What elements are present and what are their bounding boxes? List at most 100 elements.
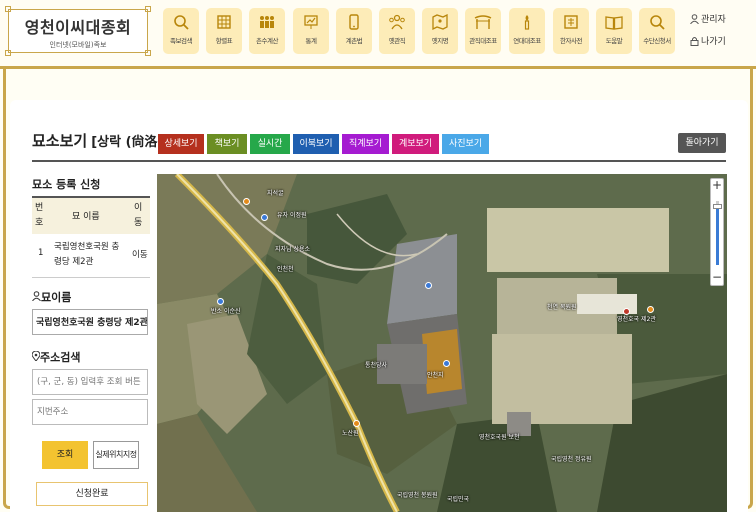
title-divider bbox=[32, 160, 726, 162]
nav-label: 도움말 bbox=[605, 37, 623, 45]
header-number: 번호 bbox=[35, 203, 44, 228]
grave-name-label: 묘이름 bbox=[41, 291, 72, 304]
map-place-label: 반소 이순신 bbox=[211, 308, 241, 315]
map-icon bbox=[432, 14, 448, 30]
logout-link-label: 나가기 bbox=[701, 37, 726, 47]
registration-heading: 묘소 등록 신청 bbox=[32, 178, 101, 191]
set-location-button[interactable]: 실제위치지정 bbox=[93, 441, 139, 469]
admin-link-label: 관리자 bbox=[701, 15, 726, 25]
zoom-in-button[interactable]: + bbox=[711, 179, 723, 193]
zoom-slider[interactable] bbox=[713, 201, 722, 265]
map-place-label: 노산원 bbox=[342, 430, 359, 437]
back-button[interactable]: 돌아가기 bbox=[678, 133, 726, 153]
nav-item-statistics[interactable]: 통계 bbox=[293, 8, 329, 54]
map-place-label: 천연 복원원 bbox=[547, 304, 577, 311]
registration-sidebar: 묘소 등록 신청 번호 묘 이름 이동 1 국립영천호국원 충령당 제2관 이동… bbox=[31, 176, 150, 506]
table-header: 번호 묘 이름 이동 bbox=[32, 198, 150, 234]
nav-label: 통계 bbox=[305, 37, 317, 45]
nav-item-genealogy-search[interactable]: 족보검색 bbox=[163, 8, 199, 54]
nav-item-application-form[interactable]: 수단신청서 bbox=[639, 8, 675, 54]
nav-label: 계촌법 bbox=[345, 37, 363, 45]
header-grave-name: 묘 이름 bbox=[72, 212, 100, 222]
nav-item-generation-table[interactable]: 항렬표 bbox=[206, 8, 242, 54]
satellite-map[interactable]: 지석굴 유자 이정원 지자님 상용소 인천천 반소 이순신 통천당사 안천지 천… bbox=[157, 174, 727, 512]
dictionary-icon bbox=[564, 15, 578, 29]
page-title: 묘소보기 bbox=[32, 132, 88, 150]
row-move-link[interactable]: 이동 bbox=[132, 248, 148, 260]
tab-photo-view[interactable]: 사진보기 bbox=[442, 134, 489, 154]
row-grave-name: 국립영천호국원 충령당 제2관 bbox=[54, 242, 120, 267]
nav-item-old-placenames[interactable]: 옛지명 bbox=[422, 8, 458, 54]
logo-corner bbox=[5, 50, 11, 56]
address-search-button[interactable]: 조회 bbox=[42, 441, 88, 469]
logout-link[interactable]: 나가기 bbox=[690, 34, 746, 56]
nav-label: 한자사전 bbox=[560, 37, 582, 45]
nav-label: 연대대조표 bbox=[513, 37, 541, 45]
nav-label: 항렬표 bbox=[215, 37, 233, 45]
grave-name-field[interactable]: 국립영천호국원 충령당 제2관 bbox=[32, 309, 148, 335]
tab-lineage-view[interactable]: 직계보기 bbox=[342, 134, 389, 154]
map-marker[interactable] bbox=[647, 306, 654, 313]
map-marker[interactable] bbox=[623, 308, 630, 315]
tab-detail-view[interactable]: 상세보기 bbox=[158, 134, 204, 154]
tab-realtime[interactable]: 실시간 bbox=[250, 134, 290, 154]
admin-link[interactable]: 관리자 bbox=[690, 12, 746, 34]
tab-genealogy-view[interactable]: 계보보기 bbox=[392, 134, 439, 154]
nav-label: 촌수계산 bbox=[256, 37, 278, 45]
header-move: 이동 bbox=[134, 203, 143, 228]
zoom-control: + − bbox=[710, 178, 724, 286]
map-marker[interactable] bbox=[443, 360, 450, 367]
nav-item-old-offices[interactable]: 옛관직 bbox=[379, 8, 415, 54]
zoom-level-fill bbox=[716, 205, 719, 265]
nav-item-kinship-rules[interactable]: 계촌법 bbox=[336, 8, 372, 54]
logo-corner bbox=[145, 6, 151, 12]
region-input[interactable] bbox=[32, 369, 148, 395]
table-row[interactable]: 1 국립영천호국원 충령당 제2관 이동 bbox=[32, 234, 150, 278]
lot-address-input[interactable] bbox=[32, 399, 148, 425]
map-marker[interactable] bbox=[217, 298, 224, 305]
grave-name-heading: 묘이름 bbox=[32, 289, 71, 305]
map-place-label: 지석굴 bbox=[267, 190, 284, 197]
main-panel: 묘소보기 [상락 (尙洛)] 상세보기 책보기 실시간 이북보기 직계보기 계보보… bbox=[10, 100, 748, 512]
people-icon bbox=[389, 14, 405, 30]
map-marker[interactable] bbox=[425, 282, 432, 289]
logo-title: 영천이씨대종회 bbox=[24, 18, 132, 37]
map-marker[interactable] bbox=[261, 214, 268, 221]
map-place-label: 영천호국원 보천 bbox=[479, 434, 520, 441]
nav-label: 족보검색 bbox=[170, 37, 192, 45]
zoom-slider-thumb[interactable] bbox=[713, 204, 722, 209]
zoom-out-button[interactable]: − bbox=[711, 271, 723, 285]
map-place-label: 영천호국 제2관 bbox=[617, 316, 656, 323]
map-place-label: 국립민국 bbox=[447, 496, 470, 503]
search-icon bbox=[174, 15, 189, 30]
nav-label: 수단신청서 bbox=[643, 37, 671, 45]
logo-corner bbox=[145, 50, 151, 56]
nav-item-help[interactable]: 도움말 bbox=[596, 8, 632, 54]
row-number: 1 bbox=[38, 248, 44, 258]
user-icon bbox=[690, 14, 699, 25]
location-pin-icon bbox=[31, 350, 41, 362]
book-icon bbox=[605, 16, 623, 30]
tab-ebook-view[interactable]: 이북보기 bbox=[293, 134, 339, 154]
nav-label: 옛지명 bbox=[431, 37, 449, 45]
nav-label: 옛관직 bbox=[388, 37, 406, 45]
map-marker[interactable] bbox=[353, 420, 360, 427]
nav-item-kinship-calc[interactable]: 촌수계산 bbox=[249, 8, 285, 54]
mobile-icon bbox=[349, 14, 359, 30]
user-icon bbox=[32, 291, 41, 302]
map-place-label: 국립영천 정유원 bbox=[551, 456, 592, 463]
logo-corner bbox=[5, 6, 11, 12]
grid-icon bbox=[217, 15, 231, 29]
top-header: 영천이씨대종회 인터넷(모바일)족보 족보검색 항렬표 촌수계산 통계 계촌법 … bbox=[0, 0, 756, 68]
map-place-label: 안천지 bbox=[427, 372, 444, 379]
gate-icon bbox=[474, 15, 492, 29]
site-logo[interactable]: 영천이씨대종회 인터넷(모바일)족보 bbox=[5, 6, 151, 56]
nav-item-era-comparison[interactable]: 연대대조표 bbox=[509, 8, 545, 54]
search-icon bbox=[650, 15, 665, 30]
submit-request-button[interactable]: 신청완료 bbox=[36, 482, 148, 506]
tab-book-view[interactable]: 책보기 bbox=[207, 134, 247, 154]
nav-label: 관직대조표 bbox=[469, 37, 497, 45]
nav-item-hanja-dictionary[interactable]: 한자사전 bbox=[553, 8, 589, 54]
nav-item-office-comparison[interactable]: 관직대조표 bbox=[465, 8, 501, 54]
map-marker[interactable] bbox=[243, 198, 250, 205]
